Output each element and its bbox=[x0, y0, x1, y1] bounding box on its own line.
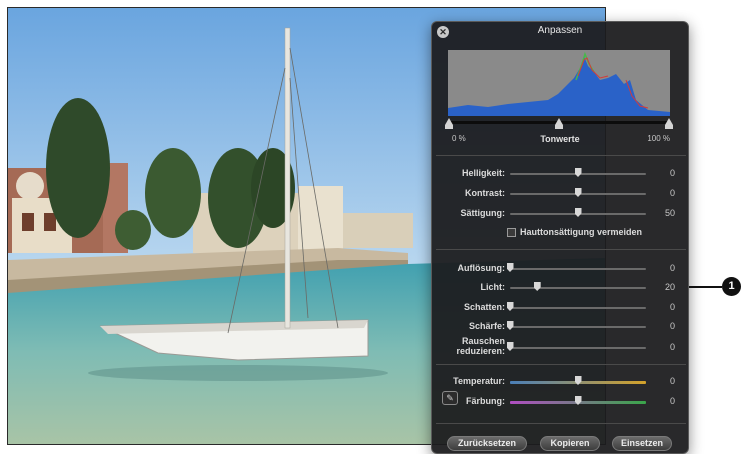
slider-track[interactable] bbox=[510, 347, 646, 349]
levels-midpoint-handle[interactable] bbox=[555, 118, 563, 125]
slider-track[interactable] bbox=[510, 287, 646, 289]
slider-row-kontrast: Kontrast: 0 bbox=[432, 187, 690, 201]
slider-track[interactable] bbox=[510, 326, 646, 328]
skin-tone-checkbox[interactable] bbox=[507, 228, 516, 237]
slider-row-faerbung: Färbung: 0 bbox=[432, 395, 690, 409]
levels-max-label: 100 % bbox=[647, 134, 670, 143]
slider-thumb[interactable] bbox=[574, 188, 582, 197]
divider bbox=[436, 423, 686, 424]
slider-label: Schärfe: bbox=[468, 321, 505, 331]
copy-button[interactable]: Kopieren bbox=[540, 436, 600, 451]
slider-label: Färbung: bbox=[466, 396, 505, 406]
slider-track[interactable] bbox=[510, 268, 646, 270]
slider-label: Schatten: bbox=[463, 302, 505, 312]
slider-value: 0 bbox=[669, 263, 675, 273]
slider-thumb[interactable] bbox=[574, 208, 582, 217]
levels-black-point-handle[interactable] bbox=[445, 118, 453, 125]
slider-label: Licht: bbox=[480, 282, 506, 292]
panel-title: Anpassen bbox=[537, 25, 583, 36]
slider-label: Auflösung: bbox=[457, 263, 506, 273]
skin-tone-checkbox-label[interactable]: Hauttonsättigung vermeiden bbox=[520, 227, 642, 237]
levels-midpoint-box bbox=[555, 125, 563, 129]
slider-value: 0 bbox=[669, 396, 675, 406]
slider-thumb[interactable] bbox=[506, 302, 514, 311]
reset-button[interactable]: Zurücksetzen bbox=[447, 436, 527, 451]
slider-value: 20 bbox=[664, 282, 675, 292]
histogram bbox=[448, 50, 670, 116]
slider-value: 0 bbox=[669, 188, 675, 198]
slider-thumb[interactable] bbox=[533, 282, 541, 291]
stage: ✕ Anpassen 0 % Tonwerte 100 % Helligkeit… bbox=[0, 0, 746, 454]
slider-value: 0 bbox=[669, 342, 675, 352]
levels-black-point-box bbox=[445, 125, 453, 129]
levels-white-point-handle[interactable] bbox=[665, 118, 673, 125]
divider bbox=[436, 364, 686, 365]
slider-label: Rauschen reduzieren: bbox=[456, 336, 505, 356]
slider-label: Sättigung: bbox=[460, 208, 506, 218]
slider-thumb[interactable] bbox=[506, 321, 514, 330]
slider-row-rauschen: Rauschen reduzieren: 0 bbox=[432, 336, 690, 356]
slider-row-schatten: Schatten: 0 bbox=[432, 301, 690, 315]
slider-value: 0 bbox=[669, 302, 675, 312]
slider-label: Helligkeit: bbox=[461, 168, 505, 178]
slider-row-licht: Licht: 20 bbox=[432, 281, 690, 295]
slider-row-temperatur: Temperatur: 0 bbox=[432, 375, 690, 389]
slider-label: Temperatur: bbox=[453, 376, 505, 386]
slider-label-line1: Rauschen bbox=[461, 336, 505, 346]
slider-label-line2: reduzieren: bbox=[456, 346, 505, 356]
adjust-panel: ✕ Anpassen 0 % Tonwerte 100 % Helligkeit… bbox=[431, 21, 689, 454]
levels-white-point-box bbox=[665, 125, 673, 129]
slider-value: 0 bbox=[669, 376, 675, 386]
slider-thumb[interactable] bbox=[506, 342, 514, 351]
divider bbox=[436, 249, 686, 250]
callout-leader-line bbox=[689, 286, 722, 288]
slider-thumb[interactable] bbox=[574, 168, 582, 177]
slider-row-helligkeit: Helligkeit: 0 bbox=[432, 167, 690, 181]
slider-label: Kontrast: bbox=[465, 188, 505, 198]
slider-value: 0 bbox=[669, 168, 675, 178]
slider-row-schaerfe: Schärfe: 0 bbox=[432, 320, 690, 334]
slider-track[interactable] bbox=[510, 307, 646, 309]
paste-button[interactable]: Einsetzen bbox=[612, 436, 672, 451]
slider-row-saettigung: Sättigung: 50 bbox=[432, 207, 690, 221]
callout-number: 1 bbox=[722, 277, 741, 296]
slider-thumb[interactable] bbox=[506, 263, 514, 272]
slider-value: 0 bbox=[669, 321, 675, 331]
slider-row-aufloesung: Auflösung: 0 bbox=[432, 262, 690, 276]
divider bbox=[436, 155, 686, 156]
slider-value: 50 bbox=[664, 208, 675, 218]
